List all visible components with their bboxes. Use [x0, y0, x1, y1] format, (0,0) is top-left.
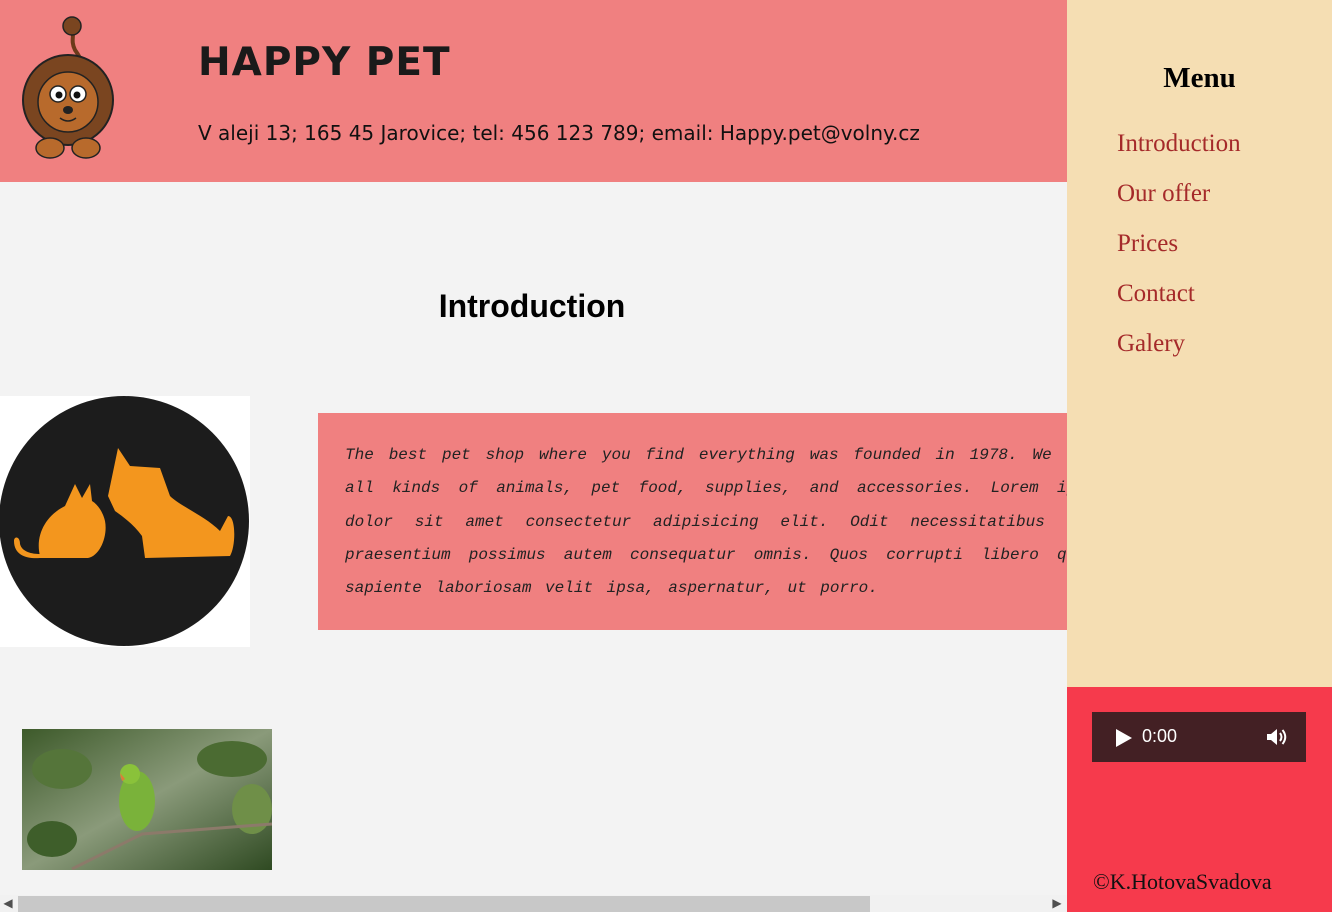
volume-icon[interactable] [1266, 727, 1288, 747]
menu-item-galery: Galery [1117, 330, 1241, 380]
menu-item-prices: Prices [1117, 230, 1241, 280]
menu-link-introduction[interactable]: Introduction [1117, 130, 1241, 157]
play-icon[interactable] [1116, 729, 1132, 747]
scroll-right-arrow-icon[interactable]: ▶ [1049, 895, 1065, 912]
page-title: Introduction [438, 288, 626, 324]
parrot-photo [22, 729, 272, 870]
audio-time: 0:00 [1142, 726, 1178, 746]
sidebar-menu: Menu Introduction Our offer Prices Conta… [1067, 0, 1332, 687]
scroll-left-arrow-icon[interactable]: ◀ [0, 895, 16, 912]
menu-item-contact: Contact [1117, 280, 1241, 330]
menu-item-our-offer: Our offer [1117, 180, 1241, 230]
menu-list: Introduction Our offer Prices Contact Ga… [1117, 130, 1241, 380]
menu-title: Menu [1163, 62, 1236, 94]
menu-item-introduction: Introduction [1117, 130, 1241, 180]
menu-link-our-offer[interactable]: Our offer [1117, 180, 1210, 207]
audio-player[interactable]: 0:00 [1092, 712, 1306, 762]
site-header: HAPPY PET V aleji 13; 165 45 Jarovice; t… [0, 0, 1067, 182]
menu-link-contact[interactable]: Contact [1117, 280, 1195, 307]
intro-text: The best pet shop where you find everyth… [345, 446, 1067, 598]
horizontal-scrollbar[interactable]: ◀ ▶ [0, 895, 1067, 912]
scrollbar-thumb[interactable] [18, 896, 870, 912]
site-title: HAPPY PET [198, 40, 451, 85]
sidebar-footer: 0:00 ©K.HotovaSvadova [1067, 687, 1332, 912]
intro-box: The best pet shop where you find everyth… [318, 413, 1067, 630]
copyright: ©K.HotovaSvadova [1093, 869, 1272, 894]
cat-dog-silhouette-icon [0, 396, 249, 646]
lion-logo-icon [22, 16, 114, 159]
menu-link-galery[interactable]: Galery [1117, 330, 1185, 357]
menu-link-prices[interactable]: Prices [1117, 230, 1178, 257]
pets-logo-image [0, 396, 250, 647]
contact-address: V aleji 13; 165 45 Jarovice; tel: 456 12… [198, 121, 920, 145]
